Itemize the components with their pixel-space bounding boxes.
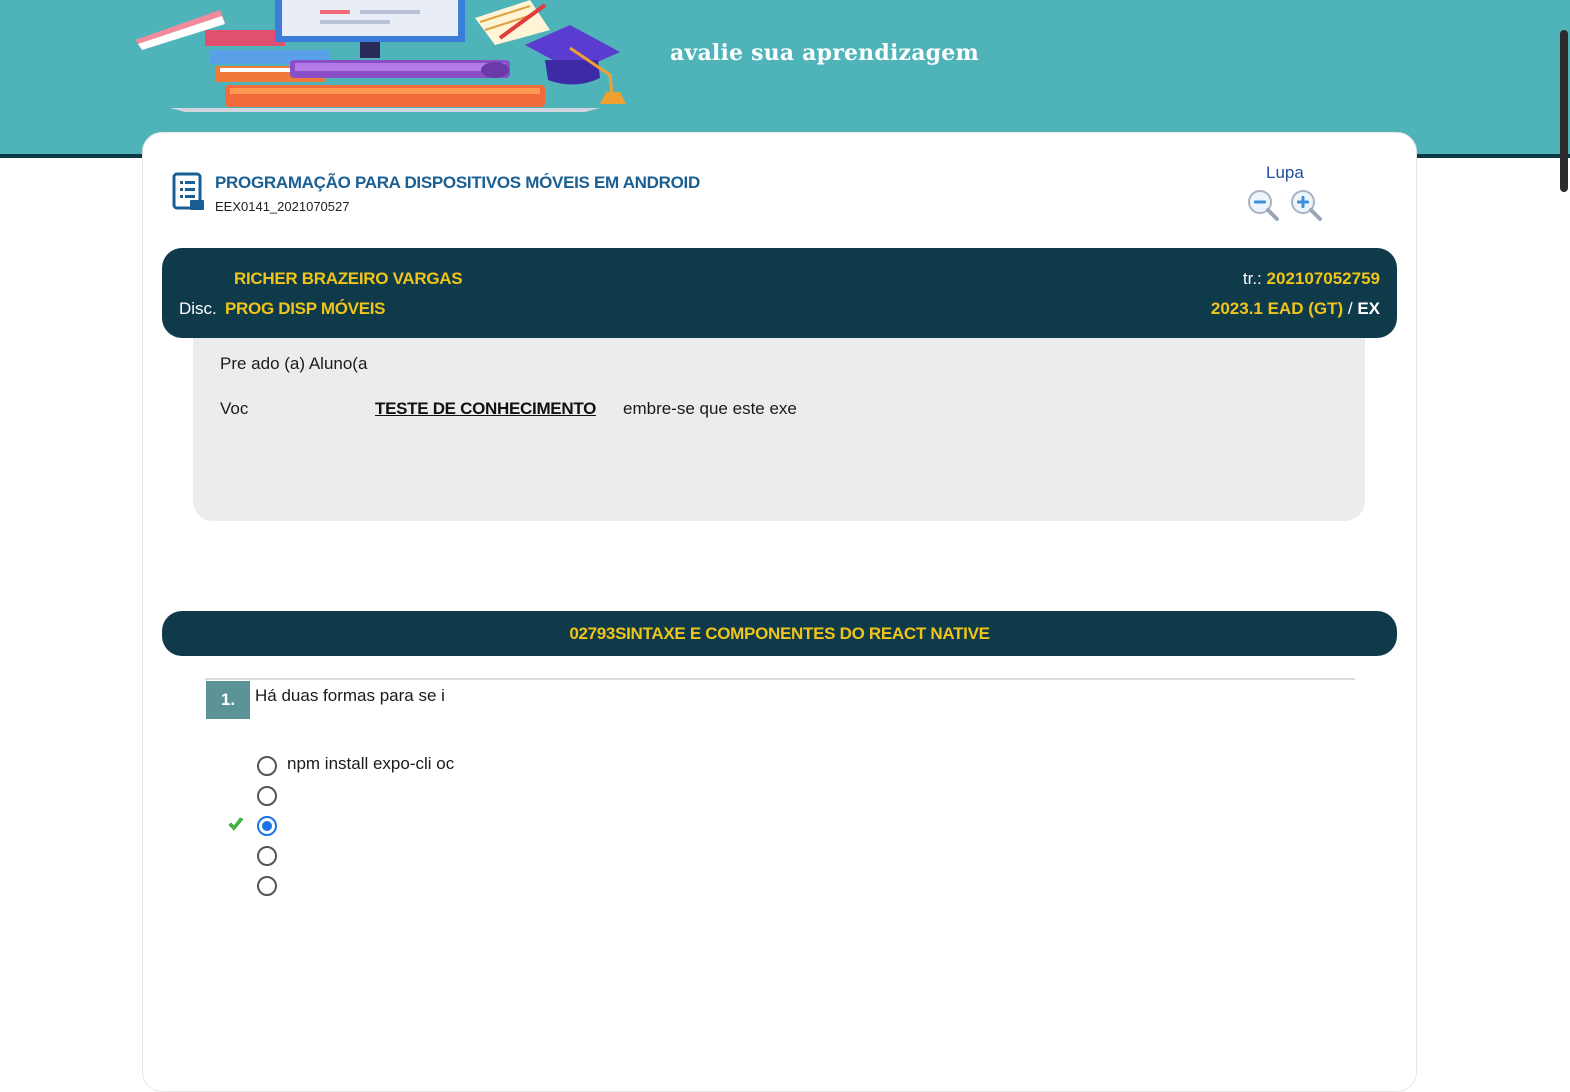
- answer-radio[interactable]: [257, 876, 277, 896]
- answer-option[interactable]: [257, 786, 857, 808]
- discipline-label: Disc.: [179, 299, 217, 318]
- zoom-out-icon[interactable]: [1246, 188, 1280, 222]
- answer-option[interactable]: npm install expo-cli oc: [257, 754, 857, 778]
- student-name: RICHER BRAZEIRO VARGAS: [234, 269, 463, 288]
- answer-option[interactable]: [257, 876, 857, 898]
- answer-option-selected[interactable]: [257, 816, 857, 838]
- instructions-text-start: Voc: [220, 399, 249, 418]
- period-separator: /: [1343, 299, 1358, 318]
- page-scrollbar[interactable]: [1558, 0, 1570, 1076]
- question-text: Há duas formas para se i: [255, 686, 445, 705]
- student-info-bar: [162, 248, 1397, 338]
- magnifier-label: Lupa: [1266, 163, 1304, 182]
- registration-value: 202107052759: [1266, 269, 1380, 288]
- answer-radio[interactable]: [257, 846, 277, 866]
- correct-check-icon: [228, 817, 244, 831]
- period-value: 2023.1 EAD (GT): [1210, 299, 1344, 318]
- instructions-box: [193, 338, 1365, 521]
- period-type: EX: [1357, 299, 1380, 318]
- study-illustration-icon: [135, 0, 626, 112]
- banner-tagline: avalie sua aprendizagem: [670, 40, 979, 66]
- instructions-text-end: embre-se que este exe: [623, 399, 797, 418]
- section-title: 02793SINTAXE E COMPONENTES DO REACT NATI…: [569, 624, 990, 643]
- registration-number: tr.: 202107052759: [1243, 269, 1380, 289]
- question-divider: [205, 678, 1355, 680]
- document-list-icon: [172, 172, 204, 210]
- answer-option-label: npm install expo-cli oc: [287, 754, 455, 773]
- instructions-greeting: Pre ado (a) Aluno(a: [220, 354, 368, 373]
- course-title: PROGRAMAÇÃO PARA DISPOSITIVOS MÓVEIS EM …: [215, 173, 700, 192]
- discipline-value: PROG DISP MÓVEIS: [225, 299, 386, 318]
- academic-period: 2023.1 EAD (GT) / EX: [1211, 299, 1380, 319]
- course-code: EEX0141_2021070527: [215, 199, 350, 214]
- knowledge-test-link[interactable]: TESTE DE CONHECIMENTO: [375, 399, 596, 419]
- question-number: 1.: [206, 681, 250, 719]
- scrollbar-thumb[interactable]: [1560, 30, 1568, 192]
- answer-radio-selected[interactable]: [257, 816, 277, 836]
- answer-radio[interactable]: [257, 756, 277, 776]
- registration-label: tr.:: [1242, 269, 1262, 288]
- zoom-in-icon[interactable]: [1289, 188, 1323, 222]
- answer-option[interactable]: [257, 846, 857, 868]
- answer-radio[interactable]: [257, 786, 277, 806]
